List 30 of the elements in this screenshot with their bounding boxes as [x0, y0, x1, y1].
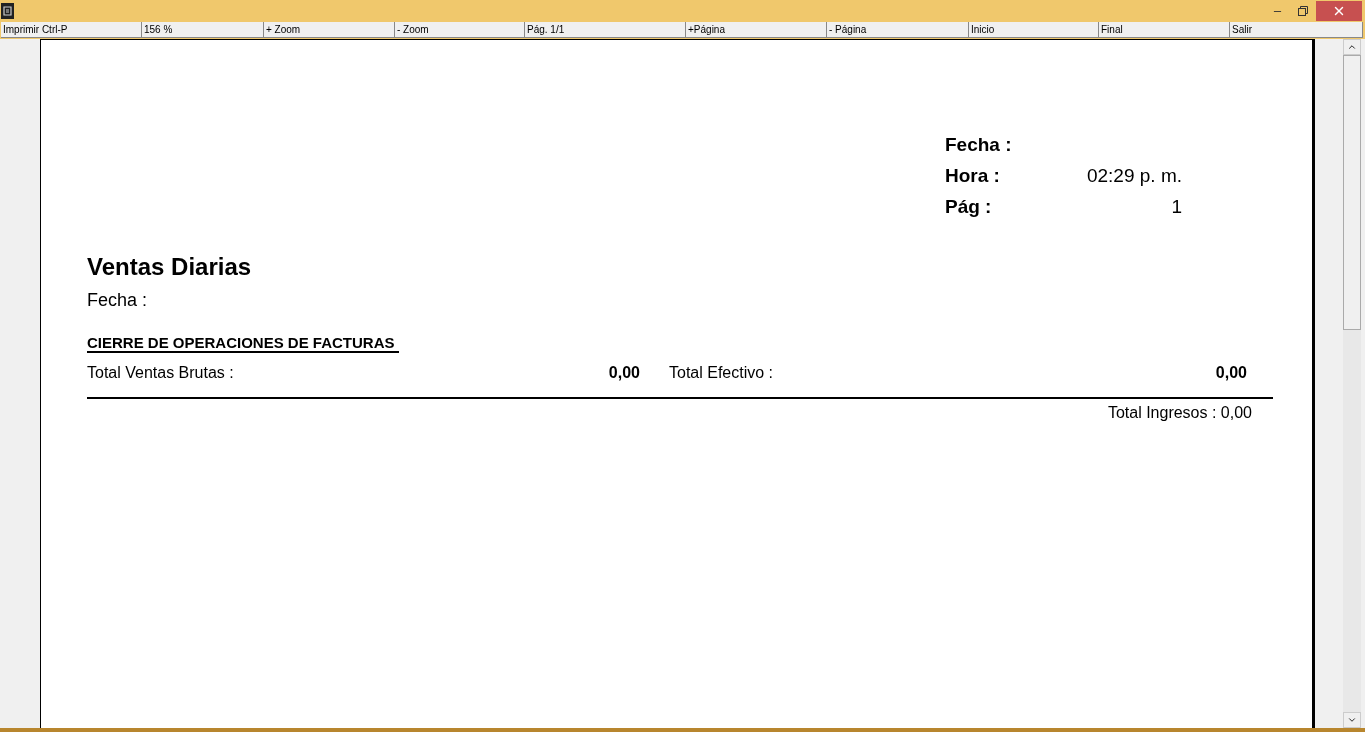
header-value: 1 [1170, 195, 1182, 220]
scroll-thumb[interactable] [1343, 55, 1361, 330]
scroll-up-button[interactable] [1343, 39, 1361, 55]
toolbar-button[interactable]: + Zoom [264, 22, 395, 38]
toolbar-button[interactable]: Salir [1230, 22, 1363, 38]
header-label: Fecha : [945, 133, 1013, 158]
toolbar-button[interactable]: Inicio [969, 22, 1099, 38]
toolbar-button[interactable]: Final [1099, 22, 1230, 38]
scrollbar[interactable] [1343, 39, 1361, 728]
section-heading: CIERRE DE OPERACIONES DE FACTURAS [87, 334, 399, 353]
close-icon [1332, 4, 1346, 18]
header-label: Hora : [945, 164, 1001, 189]
toolbar-button[interactable]: 156 % [142, 22, 264, 38]
total-label: Total Efectivo : [669, 363, 774, 383]
toolbar-button[interactable]: +Página [686, 22, 827, 38]
scroll-down-button[interactable] [1343, 712, 1361, 728]
total-label: Total Ventas Brutas : [87, 363, 234, 383]
toolbar-button[interactable]: Pág. 1/1 [525, 22, 686, 38]
toolbar-button[interactable]: Imprimir Ctrl-P [1, 22, 142, 38]
app-icon [1, 3, 14, 19]
date-label: Fecha : [87, 289, 149, 311]
header-label: Pág : [945, 195, 993, 220]
header-value: 02:29 p. m. [1085, 164, 1182, 189]
report-title: Ventas Diarias [87, 253, 253, 281]
restore-icon [1298, 6, 1308, 16]
total-value: 0,00 [608, 363, 640, 383]
total-value: 0,00 [1215, 363, 1247, 383]
toolbar-button[interactable]: - Zoom [395, 22, 525, 38]
grand-total: Total Ingresos : 0,00 [1107, 403, 1252, 423]
toolbar-button[interactable]: - Página [827, 22, 969, 38]
